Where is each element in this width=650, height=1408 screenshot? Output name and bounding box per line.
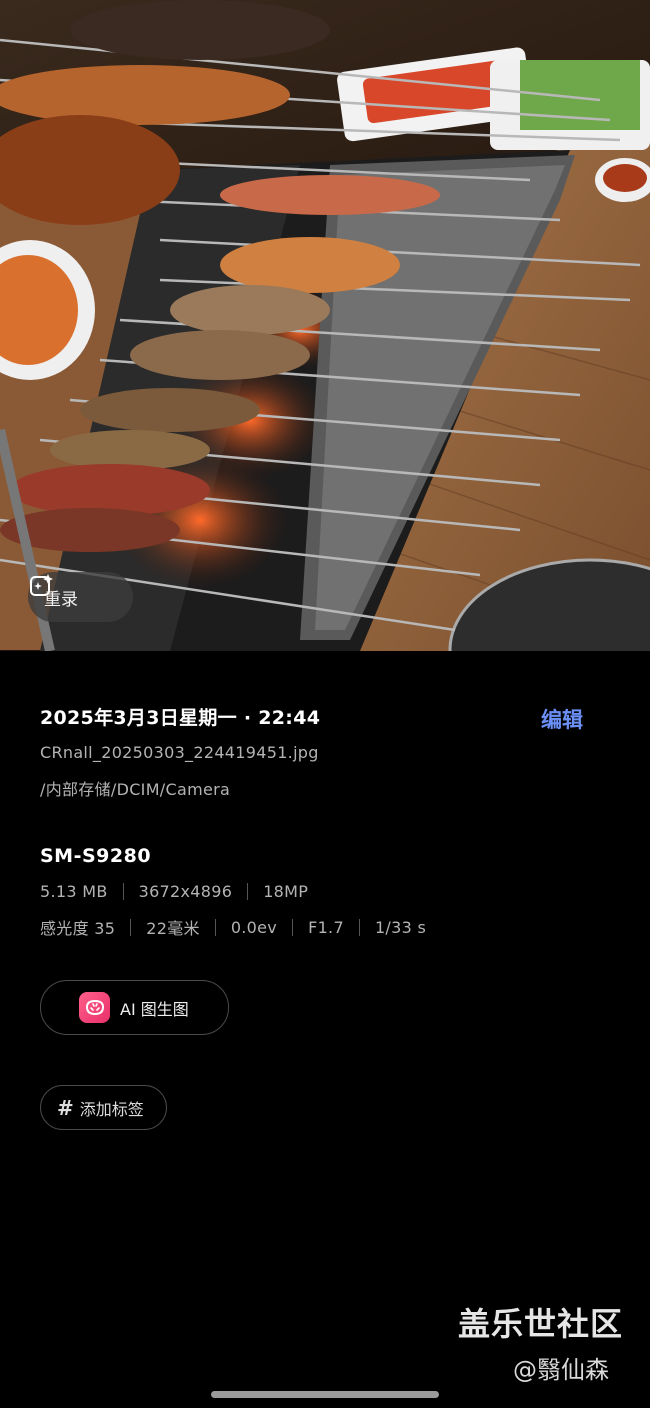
remaster-button[interactable]: 重录 [28, 572, 133, 622]
focal-length: 22毫米 [146, 919, 200, 938]
add-tag-label: 添加标签 [79, 1099, 144, 1119]
divider [130, 918, 132, 936]
photo-preview[interactable]: 重录 [0, 0, 650, 651]
exposure-info-row: 感光度 35 22毫米 0.0ev F1.7 1/33 s [40, 915, 426, 939]
sparkle-image-icon [30, 574, 53, 596]
file-name: CRnall_20250303_224419451.jpg [40, 743, 319, 762]
aperture: F1.7 [308, 917, 344, 937]
watermark-author: @翳仙森 [513, 1356, 609, 1384]
home-indicator[interactable] [211, 1391, 439, 1398]
divider [292, 918, 294, 936]
photo-datetime: 2025年3月3日星期一 · 22:44 [40, 707, 321, 729]
ai-image-to-image-button[interactable]: AI 图生图 [40, 980, 229, 1035]
edit-button[interactable]: 编辑 [541, 704, 583, 734]
add-tag-button[interactable]: # 添加标签 [40, 1085, 167, 1130]
iso: 感光度 35 [40, 919, 116, 938]
watermark-title: 盖乐世社区 [458, 1305, 624, 1343]
hash-icon: # [57, 1095, 74, 1120]
shutter-speed: 1/33 s [374, 917, 427, 937]
divider [358, 918, 360, 936]
file-path[interactable]: /内部存储/DCIM/Camera [40, 776, 230, 800]
resolution: 3672x4896 [138, 882, 233, 901]
file-size: 5.13 MB [40, 882, 108, 901]
divider [214, 918, 216, 936]
megapixels: 18MP [263, 882, 309, 901]
divider [122, 883, 124, 900]
ai-button-label: AI 图生图 [120, 999, 189, 1019]
divider [247, 883, 249, 900]
meitu-app-icon [79, 992, 110, 1023]
device-model: SM-S9280 [40, 845, 152, 867]
exposure-value: 0.0ev [230, 917, 278, 937]
bbq-skewers-photo [0, 0, 650, 651]
file-info-row: 5.13 MB 3672x4896 18MP [40, 882, 308, 901]
